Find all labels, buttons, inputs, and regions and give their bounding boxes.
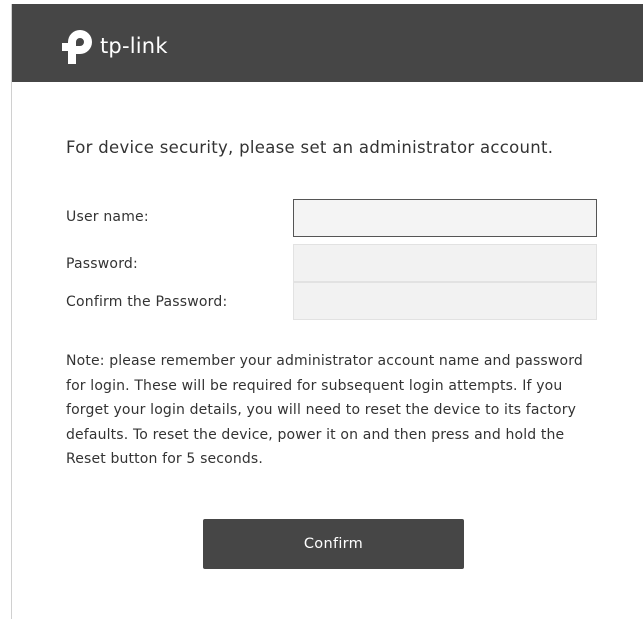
security-note: Note: please remember your administrator… xyxy=(66,353,583,467)
confirm-password-label: Confirm the Password: xyxy=(66,294,228,310)
brand-name: tp-link xyxy=(100,34,168,58)
username-input[interactable] xyxy=(293,199,597,237)
setup-page: tp-link For device security, please set … xyxy=(11,4,643,619)
password-input[interactable] xyxy=(293,244,597,282)
username-label: User name: xyxy=(66,209,149,225)
header-bar: tp-link xyxy=(12,4,643,82)
confirm-button[interactable]: Confirm xyxy=(203,519,464,569)
tp-link-logo-icon xyxy=(62,30,92,64)
intro-text: For device security, please set an admin… xyxy=(66,138,554,157)
password-label: Password: xyxy=(66,256,138,272)
confirm-password-input[interactable] xyxy=(293,282,597,320)
